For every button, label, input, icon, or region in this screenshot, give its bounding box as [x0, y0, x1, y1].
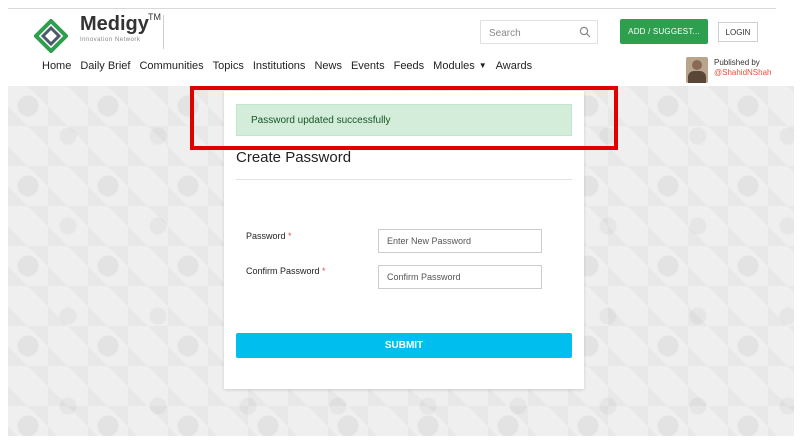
nav-item-feeds[interactable]: Feeds [394, 60, 425, 72]
login-button[interactable]: LOGIN [718, 22, 758, 42]
header: Medigy TM Innovation Network ADD / SUGGE… [8, 8, 776, 87]
highlight-annotation [190, 86, 618, 150]
publisher-label: Published by [714, 58, 760, 67]
submit-button[interactable]: SUBMIT [236, 333, 572, 358]
search-icon[interactable] [579, 26, 591, 38]
logo-subtitle: Innovation Network [80, 37, 141, 43]
nav-item-institutions[interactable]: Institutions [253, 60, 306, 72]
logo-trademark: TM [148, 12, 161, 22]
password-label: Password * [246, 231, 292, 241]
nav-item-daily-brief[interactable]: Daily Brief [80, 60, 130, 72]
nav-item-communities[interactable]: Communities [139, 60, 203, 72]
confirm-password-label: Confirm Password * [246, 266, 326, 276]
page-title: Create Password [236, 149, 352, 166]
confirm-password-label-text: Confirm Password [246, 266, 320, 276]
add-suggest-button[interactable]: ADD / SUGGEST... [620, 19, 708, 44]
nav-item-news[interactable]: News [314, 60, 342, 72]
nav-item-home[interactable]: Home [42, 60, 71, 72]
medigy-logo-icon[interactable] [34, 19, 68, 53]
password-label-text: Password [246, 231, 286, 241]
publisher-avatar[interactable] [686, 57, 708, 83]
required-marker: * [288, 231, 292, 241]
nav-item-modules-label: Modules [433, 60, 475, 72]
search-input[interactable] [481, 21, 581, 45]
title-divider [236, 179, 572, 180]
nav-item-topics[interactable]: Topics [213, 60, 244, 72]
publisher-info[interactable]: Published by @ShahidNShah [686, 57, 778, 85]
password-input[interactable] [378, 229, 542, 253]
logo-text[interactable]: Medigy [80, 13, 149, 36]
search-box[interactable] [480, 20, 598, 45]
publisher-handle[interactable]: @ShahidNShah [714, 68, 772, 77]
nav-item-awards[interactable]: Awards [496, 60, 532, 72]
logo-divider [163, 15, 164, 49]
required-marker: * [322, 266, 326, 276]
caret-down-icon: ▼ [478, 61, 487, 70]
confirm-password-input[interactable] [378, 265, 542, 289]
nav-item-events[interactable]: Events [351, 60, 385, 72]
nav-item-modules[interactable]: Modules ▼ [433, 60, 487, 72]
main-nav: Home Daily Brief Communities Topics Inst… [42, 60, 541, 72]
